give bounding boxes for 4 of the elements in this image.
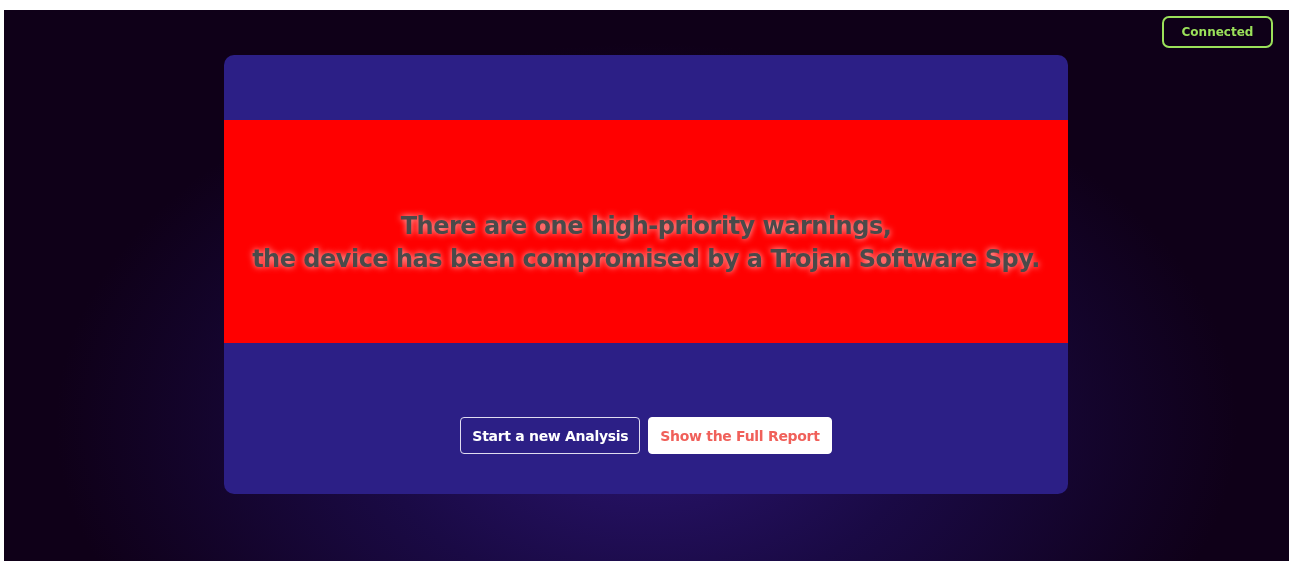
connection-status-button[interactable]: Connected <box>1162 16 1273 48</box>
warning-text: There are one high-priority warnings, <box>400 210 892 242</box>
new-analysis-button[interactable]: Start a new Analysis <box>460 417 641 454</box>
warning-text: the device has been compromised by a Trojan Software Spy. <box>252 243 1040 275</box>
